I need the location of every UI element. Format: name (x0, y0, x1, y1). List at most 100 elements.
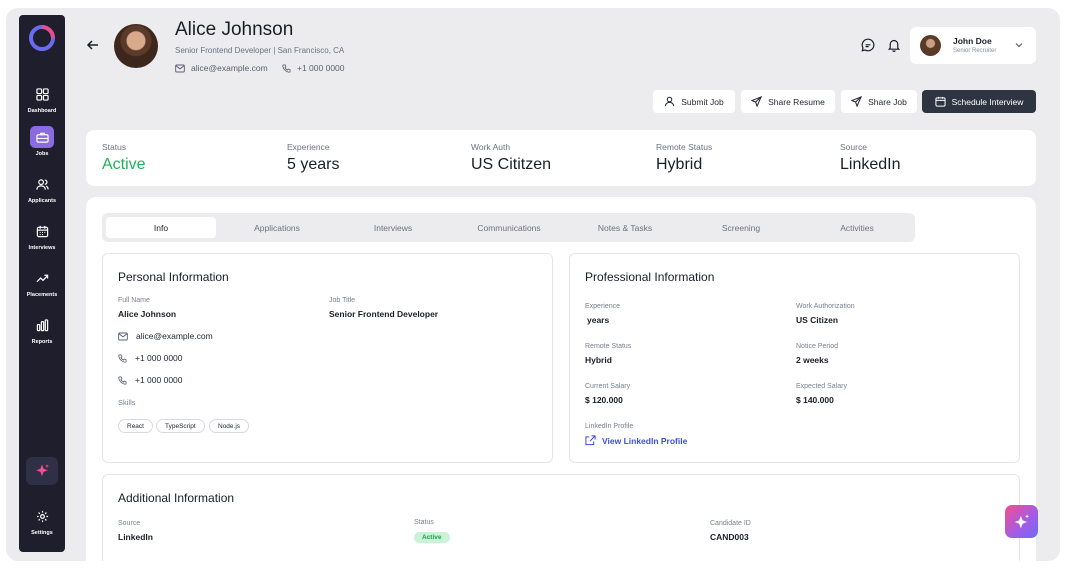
bell-icon[interactable] (887, 38, 901, 52)
field-value: years (587, 315, 610, 325)
user-icon (665, 96, 675, 107)
phone-icon (282, 63, 291, 73)
tab-applications[interactable]: Applications (222, 217, 332, 238)
share-resume-button[interactable]: Share Resume (741, 90, 835, 113)
trending-up-icon (36, 274, 48, 282)
candidate-avatar (114, 24, 158, 68)
stat-source: Source LinkedIn (840, 142, 901, 174)
user-name: John Doe (953, 36, 992, 46)
stat-value: US Cititzen (471, 156, 552, 173)
sidebar-item-jobs[interactable]: Jobs (19, 126, 65, 157)
job-title-field: Job Title Senior Frontend Developer (329, 297, 438, 319)
linkedin-field: LinkedIn Profile View LinkedIn Profile (585, 423, 687, 446)
status-badge: Active (414, 532, 450, 543)
sidebar-item-reports[interactable]: Reports (19, 314, 65, 345)
submit-job-button[interactable]: Submit Job (653, 90, 735, 113)
personal-information-panel: Personal Information Full Name Alice Joh… (102, 253, 553, 463)
phone-icon (118, 353, 127, 363)
candidate-stats-bar: Status Active Experience 5 years Work Au… (86, 130, 1036, 186)
tab-notes-tasks[interactable]: Notes & Tasks (570, 217, 680, 238)
stat-experience: Experience 5 years (287, 142, 339, 174)
user-avatar (920, 35, 941, 56)
ai-assistant-fab[interactable] (1005, 505, 1038, 538)
view-linkedin-link[interactable]: View LinkedIn Profile (585, 435, 687, 446)
sidebar-item-dashboard[interactable]: Dashboard (19, 83, 65, 114)
sidebar-item-placements[interactable]: Placements (19, 267, 65, 298)
email-row[interactable]: alice@example.com (118, 331, 213, 341)
field-value: US Citizen (796, 315, 839, 325)
field-label: Source (118, 520, 141, 527)
user-menu[interactable]: John Doe Senior Recruiter (910, 27, 1036, 64)
work-authorization-field: Work Authorization US Citizen (796, 303, 855, 325)
user-role: Senior Recruiter (953, 48, 997, 54)
stat-value: Active (102, 156, 146, 173)
phone-row[interactable]: +1 000 0000 (118, 375, 183, 385)
candidate-email[interactable]: alice@example.com (175, 63, 268, 73)
sidebar-item-interviews[interactable]: Interviews (19, 220, 65, 251)
stat-status: Status Active (102, 142, 146, 174)
field-label: Full Name (118, 297, 150, 304)
share-job-button[interactable]: Share Job (841, 90, 917, 113)
field-label: Experience (585, 303, 621, 310)
sidebar-item-label: Applicants (27, 198, 57, 204)
stat-label: Experience (287, 142, 330, 152)
sidebar-item-label: Placements (26, 292, 58, 298)
email-text: alice@example.com (136, 331, 213, 341)
candidate-id-field: Candidate ID CAND003 (710, 520, 751, 542)
full-name-field: Full Name Alice Johnson (118, 297, 176, 319)
users-icon (35, 178, 49, 190)
field-label: Remote Status (585, 343, 632, 350)
current-salary-field: Current Salary $ 120.000 (585, 383, 630, 405)
tab-communications[interactable]: Communications (454, 217, 564, 238)
sidebar-item-label: Settings (31, 530, 53, 536)
field-label: Candidate ID (710, 520, 751, 527)
additional-information-panel: Additional Information Source LinkedIn S… (102, 474, 1020, 561)
field-label: Job Title (329, 297, 356, 304)
schedule-interview-button[interactable]: Schedule Interview (922, 90, 1036, 113)
remote-status-field: Remote Status Hybrid (585, 343, 631, 365)
sparkle-icon (36, 464, 49, 477)
field-value: Hybrid (585, 355, 612, 365)
stat-label: Status (102, 142, 127, 152)
field-label: Notice Period (796, 343, 839, 350)
stat-label: Work Auth (471, 142, 511, 152)
send-icon (751, 96, 763, 107)
candidate-phone[interactable]: +1 000 0000 (282, 63, 345, 73)
tab-info[interactable]: Info (106, 217, 216, 238)
candidate-name: Alice Johnson (175, 19, 294, 40)
candidate-subtitle: Senior Frontend Developer | San Francisc… (175, 46, 345, 55)
candidate-phone-text: +1 000 0000 (297, 63, 345, 73)
panel-title: Personal Information (118, 270, 229, 284)
field-value: CAND003 (710, 532, 749, 542)
phone-row[interactable]: +1 000 0000 (118, 353, 183, 363)
mail-icon (118, 332, 128, 340)
chat-icon[interactable] (861, 38, 875, 52)
tab-interviews[interactable]: Interviews (338, 217, 448, 238)
sidebar-item-applicants[interactable]: Applicants (19, 173, 65, 204)
calendar-icon (934, 96, 946, 107)
status-field: Status Active (414, 519, 450, 544)
ai-assistant-button[interactable] (26, 457, 58, 485)
phone-text: +1 000 0000 (135, 353, 183, 363)
field-label: Work Authorization (796, 303, 855, 310)
linkedin-link-text: View LinkedIn Profile (602, 435, 688, 446)
sparkle-icon (1014, 513, 1029, 528)
field-value: Alice Johnson (118, 309, 177, 319)
field-value: 2 weeks (796, 355, 829, 365)
submit-job-label: Submit Job (681, 96, 724, 107)
field-label: Skills (118, 398, 136, 407)
field-value: LinkedIn (118, 532, 153, 542)
sidebar-item-label: Interviews (28, 245, 56, 251)
skill-chip: Node.js (209, 419, 250, 433)
tab-screening[interactable]: Screening (686, 217, 796, 238)
stat-value: 5 years (287, 156, 340, 173)
share-job-label: Share Job (868, 96, 907, 107)
grid-icon (35, 87, 49, 101)
experience-field: Experience years (585, 303, 620, 325)
skill-chip: TypeScript (156, 419, 205, 433)
back-arrow-icon[interactable] (86, 38, 100, 52)
tab-activities[interactable]: Activities (802, 217, 912, 238)
sidebar-item-settings[interactable]: Settings (19, 505, 65, 536)
send-icon (851, 96, 863, 107)
app-logo-icon[interactable] (29, 25, 55, 51)
